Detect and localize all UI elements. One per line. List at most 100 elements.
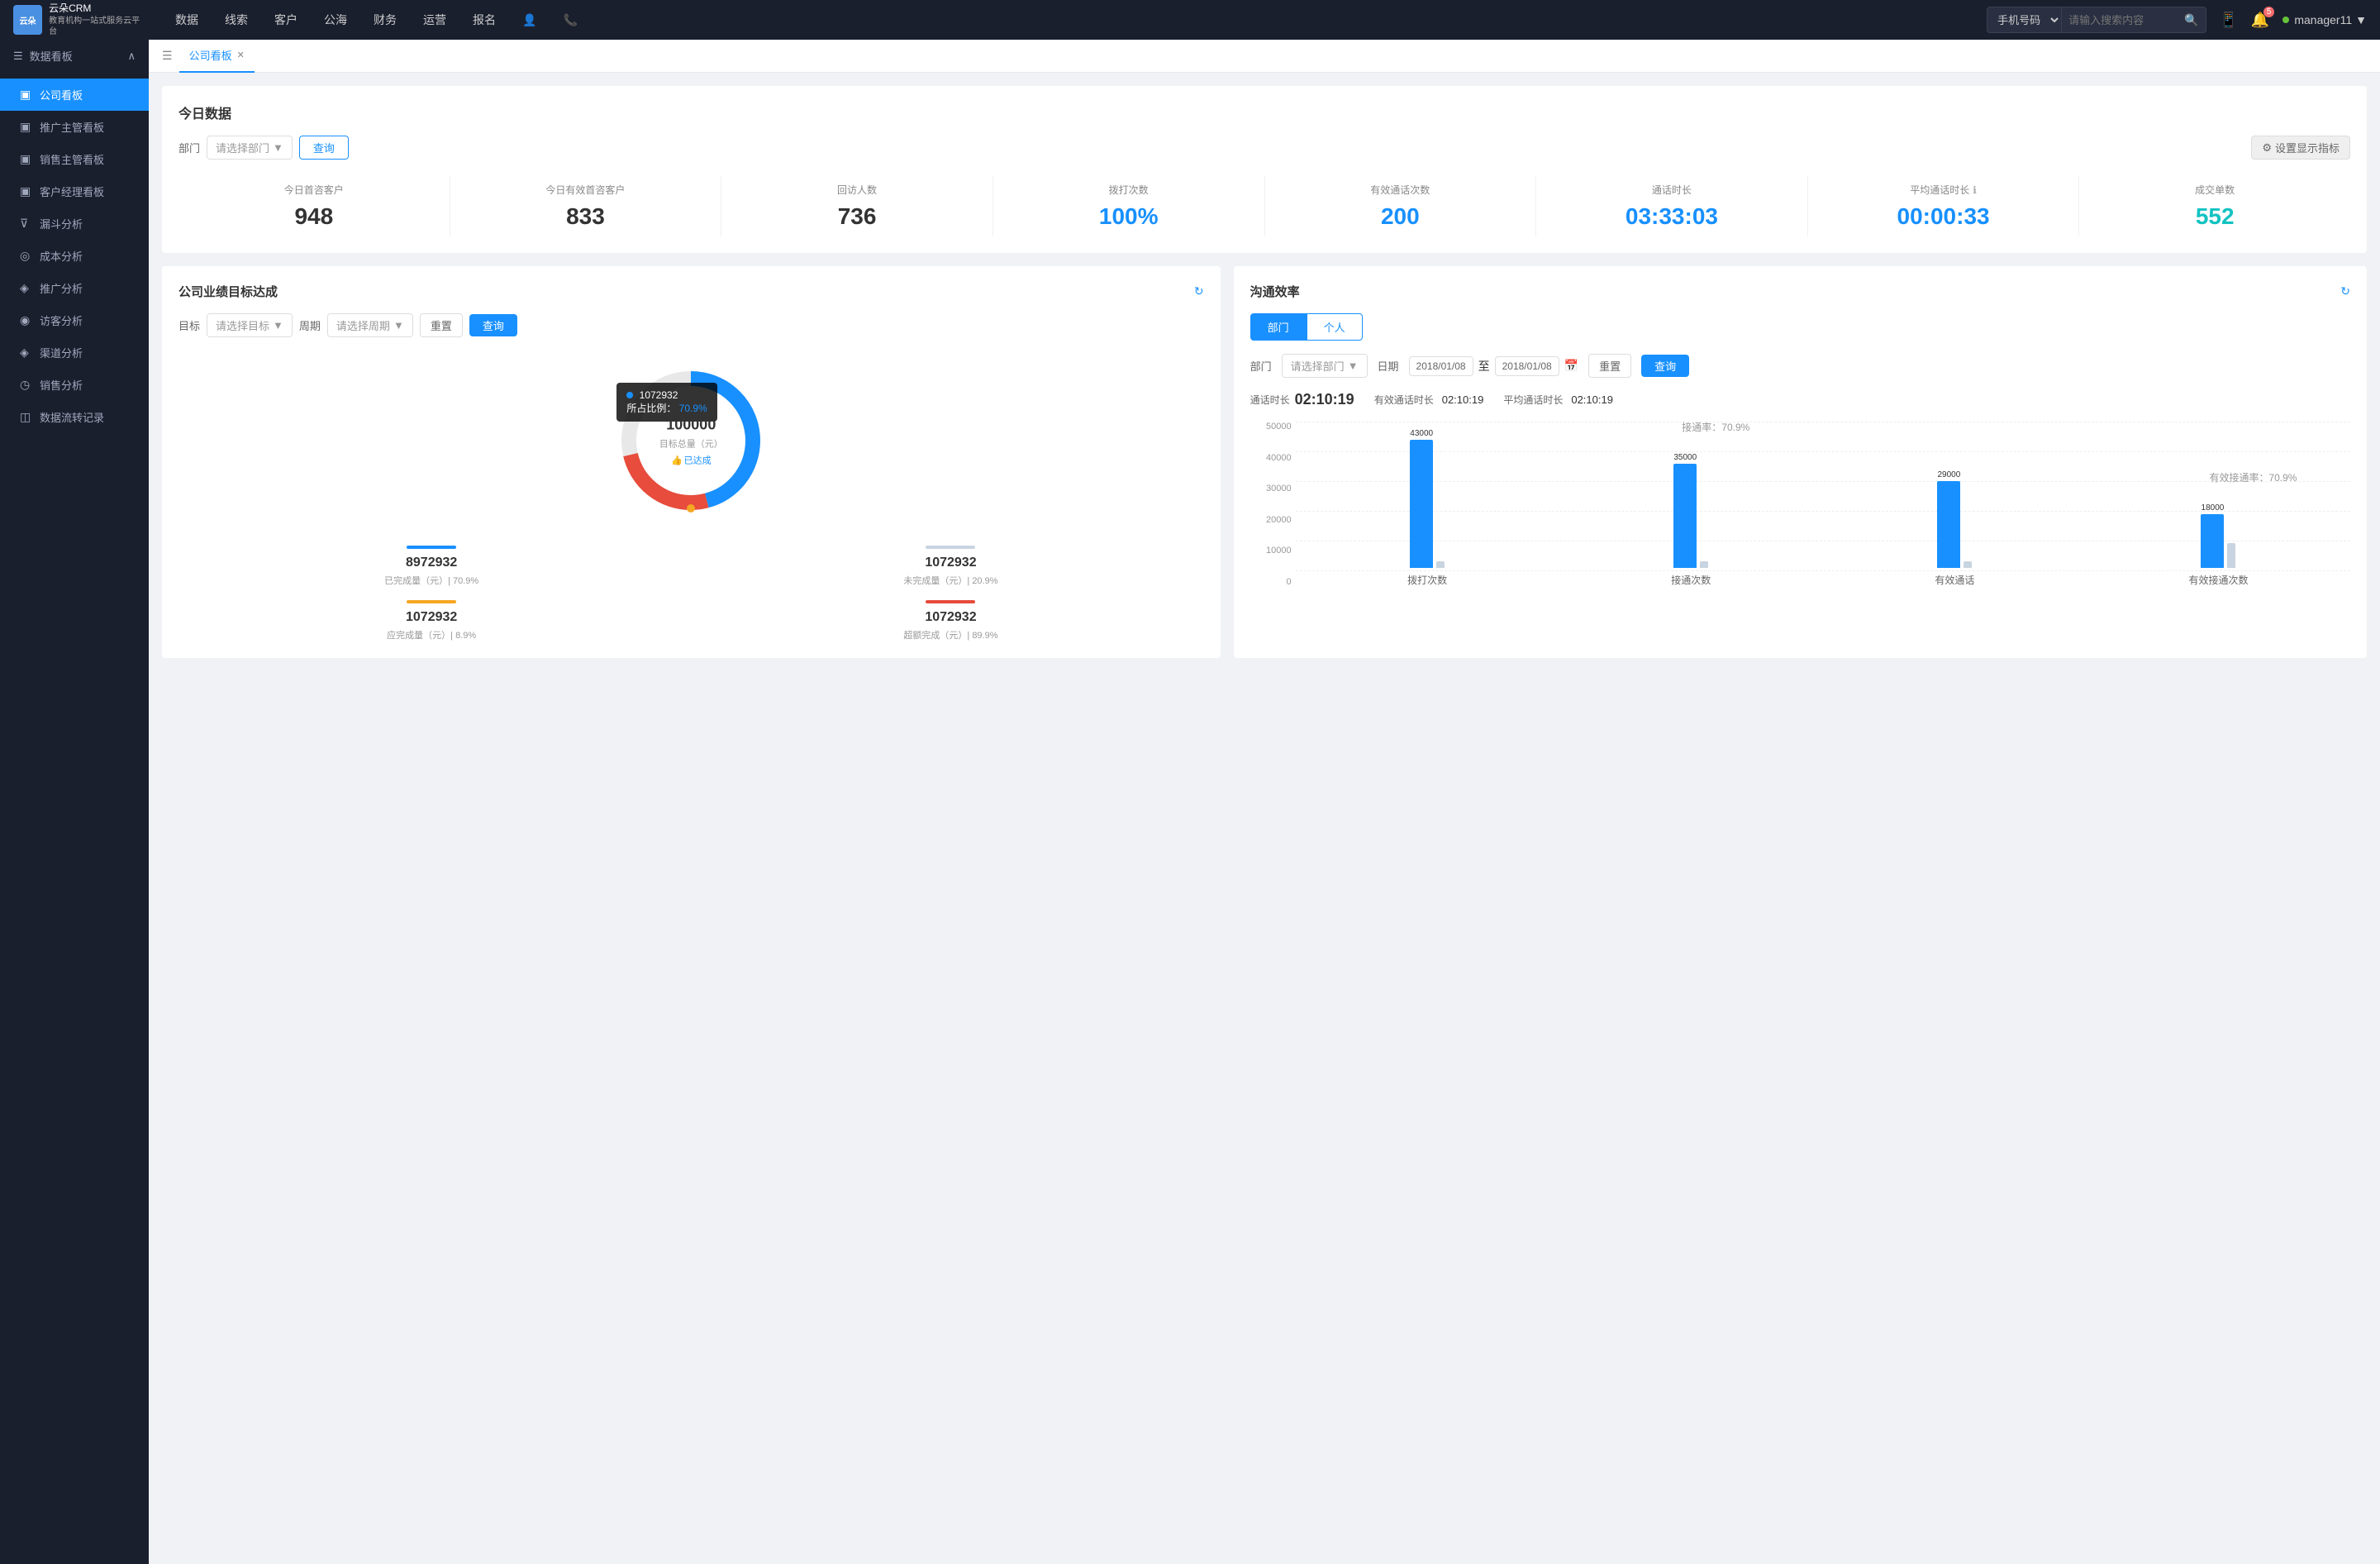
sidebar-item-marketing-board[interactable]: ▣ 推广主管看板 [0,111,149,143]
date-start-input[interactable]: 2018/01/08 [1409,356,1473,376]
search-area: 手机号码 🔍 [1987,7,2206,33]
stat-completed-label: 已完成量（元）| 70.9% [178,574,684,587]
comm-tab-dept[interactable]: 部门 [1250,313,1307,341]
chart-center-label: 目标总量（元） [659,437,723,451]
goal-reset-button[interactable]: 重置 [420,313,463,337]
tablet-icon[interactable]: 📱 [2220,12,2238,29]
goal-stat-incomplete: 1072932 未完成量（元）| 20.9% [697,546,1203,587]
bar-eff-connect-main [2201,514,2224,568]
metric-deals: 成交单数 552 [2079,176,2350,236]
tab-close-icon[interactable]: ✕ [237,50,245,60]
goal-select-btn[interactable]: 请选择目标 ▼ [207,313,293,337]
comm-panel-refresh-icon[interactable]: ↻ [2340,284,2350,298]
sidebar-item-promotion[interactable]: ◈ 推广分析 [0,272,149,304]
sidebar-item-icon: ▣ [20,152,33,166]
goal-panel-refresh-icon[interactable]: ↻ [1194,284,1204,298]
stat-should-label: 应完成量（元）| 8.9% [178,628,684,641]
sidebar-item-sales-analysis[interactable]: ◷ 销售分析 [0,369,149,401]
search-input[interactable] [2068,14,2184,26]
sidebar-item-data-flow[interactable]: ◫ 数据流转记录 [0,401,149,433]
top-navigation: 云朵 云朵CRM 教育机构一站式服务云平台 数据 线索 客户 公海 财务 运营 … [0,0,2380,40]
goal-stat-should-complete: 1072932 应完成量（元）| 8.9% [178,600,684,641]
search-icon[interactable]: 🔍 [2184,13,2198,27]
nav-customers[interactable]: 客户 [261,0,311,40]
stat-call-value: 02:10:19 [1295,391,1354,408]
stat-bar-blue [407,546,456,549]
comm-tab-person[interactable]: 个人 [1307,313,1363,341]
metric-first-consult: 今日首咨客户 948 [178,176,450,236]
sidebar-item-channel[interactable]: ◈ 渠道分析 [0,336,149,369]
settings-display-button[interactable]: ⚙ 设置显示指标 [2251,136,2350,160]
stat-bar-orange [407,600,456,603]
nav-data[interactable]: 数据 [162,0,212,40]
sidebar-item-label: 漏斗分析 [40,216,83,231]
sidebar-item-customer-board[interactable]: ▣ 客户经理看板 [0,175,149,207]
chevron-down-icon: ▼ [1348,360,1359,372]
user-info[interactable]: manager11 ▼ [2282,13,2367,26]
chart-center-badge: 👍 已达成 [659,454,723,467]
metric-label: 今日首咨客户 [178,183,450,197]
tab-company-board[interactable]: 公司看板 ✕ [179,40,255,73]
bar-dial-blue: 43000 [1410,429,1433,568]
today-data-card: 今日数据 部门 请选择部门 ▼ 查询 ⚙ 设置显示指标 今日首咨客户 [162,86,2367,253]
sidebar-item-label: 推广主管看板 [40,119,104,135]
main-content: ☰ 公司看板 ✕ 今日数据 部门 请选择部门 ▼ 查询 ⚙ [149,40,2380,1564]
bar-group-eff-connect: 有效接通率：70.9% 18000 有效接通次数 [2087,422,2350,587]
bar-connect-blue: 35000 [1673,453,1697,568]
stat-incomplete-value: 1072932 [697,556,1203,570]
metric-value: 552 [2079,203,2350,230]
sidebar-item-label: 销售主管看板 [40,151,104,167]
comm-reset-button[interactable]: 重置 [1588,354,1631,378]
sidebar-collapse-icon[interactable]: ∧ [127,50,136,63]
today-section-title: 今日数据 [178,103,2350,122]
stat-eff-time: 有效通话时长 02:10:19 [1374,391,1484,408]
nav-person-icon[interactable]: 👤 [509,0,550,40]
bar-label-29000: 29000 [1937,470,1960,479]
sidebar-item-company-board[interactable]: ▣ 公司看板 [0,79,149,111]
nav-finance[interactable]: 财务 [360,0,410,40]
sidebar-item-sales-board[interactable]: ▣ 销售主管看板 [0,143,149,175]
metric-return-visit: 回访人数 736 [721,176,993,236]
stat-call-label: 通话时长 [1250,393,1290,407]
date-end-input[interactable]: 2018/01/08 [1495,356,1559,376]
stat-over-label: 超额完成（元）| 89.9% [697,628,1203,641]
eff-rate-label: 有效接通率：70.9% [2209,470,2297,484]
sidebar-item-funnel[interactable]: ⊽ 漏斗分析 [0,207,149,240]
period-select-btn[interactable]: 请选择周期 ▼ [327,313,413,337]
sidebar-item-visitor[interactable]: ◉ 访客分析 [0,304,149,336]
user-online-dot [2282,17,2289,23]
funnel-icon: ⊽ [20,217,33,231]
sidebar-item-cost[interactable]: ◎ 成本分析 [0,240,149,272]
dept-select-btn[interactable]: 请选择部门 ▼ [207,136,293,160]
bar-dial-main [1410,440,1433,568]
metric-label: 回访人数 [721,183,992,197]
channel-icon: ◈ [20,346,33,360]
nav-sea[interactable]: 公海 [311,0,360,40]
bar-eff-connect-secondary [2227,543,2235,568]
nav-register[interactable]: 报名 [459,0,509,40]
chart-center-value: 100000 [659,417,723,434]
goal-stat-over-complete: 1072932 超额完成（元）| 89.9% [697,600,1203,641]
today-query-button[interactable]: 查询 [299,136,349,160]
comm-filter-row: 部门 请选择部门 ▼ 日期 2018/01/08 至 2018/01/08 📅 [1250,354,2350,378]
notification-bell-icon[interactable]: 🔔 5 [2251,12,2269,29]
metric-valid-consult: 今日有效首咨客户 833 [450,176,722,236]
calendar-icon[interactable]: 📅 [1564,359,1578,373]
bar-eff-secondary [1963,561,1972,568]
sidebar-item-label: 推广分析 [40,280,83,296]
metric-value: 948 [178,203,450,230]
thumb-icon: 👍 [671,455,683,465]
nav-phone-icon[interactable]: 📞 [550,0,590,40]
sidebar-section-header[interactable]: ☰ 数据看板 ∧ [0,40,149,72]
comm-dept-select-btn[interactable]: 请选择部门 ▼ [1282,354,1368,378]
metric-label: 通话时长 [1536,183,1807,197]
goal-stat-completed: 8972932 已完成量（元）| 70.9% [178,546,684,587]
nav-leads[interactable]: 线索 [212,0,261,40]
y-label-20000: 20000 [1250,515,1292,525]
comm-query-button[interactable]: 查询 [1641,355,1689,377]
period-label: 周期 [299,317,321,333]
tab-toggle-icon[interactable]: ☰ [162,49,173,63]
search-type-select[interactable]: 手机号码 [1987,7,2062,33]
goal-query-button[interactable]: 查询 [469,314,517,336]
nav-ops[interactable]: 运营 [410,0,459,40]
